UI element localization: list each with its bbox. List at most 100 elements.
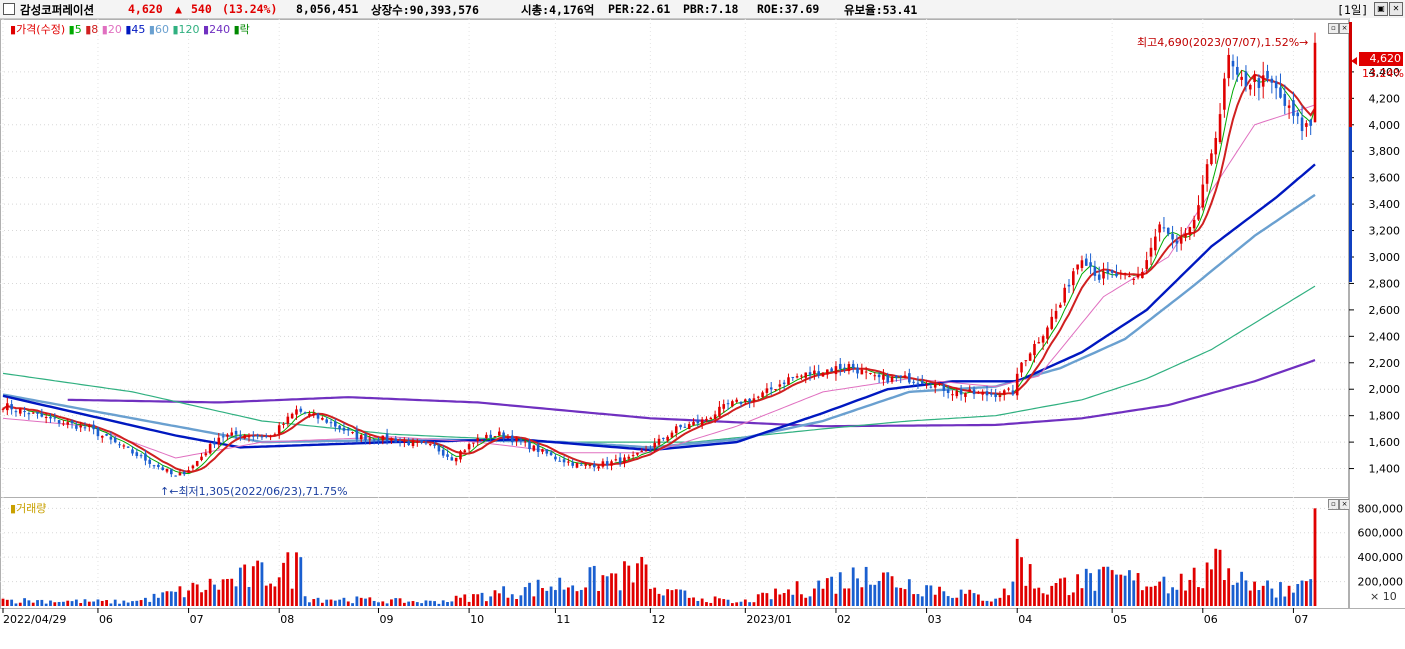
volume-bar <box>1218 549 1222 606</box>
volume-bar <box>49 600 52 606</box>
candle-body <box>49 416 52 419</box>
volume-bar <box>1244 580 1248 606</box>
volume-bar <box>420 603 424 606</box>
candle-body <box>256 434 259 437</box>
volume-bar <box>1084 568 1088 606</box>
volume-bar <box>912 594 916 606</box>
date-tick-label: 12 <box>651 613 665 626</box>
volume-bar <box>808 596 812 606</box>
volume-bar <box>709 602 713 606</box>
volume-bar <box>610 573 613 606</box>
volume-bar <box>1002 588 1006 606</box>
candle-body <box>96 427 100 437</box>
candle-body <box>79 425 82 428</box>
date-tick-label: 10 <box>470 613 484 626</box>
volume-bar <box>597 590 600 606</box>
volume-bar <box>122 600 126 606</box>
candle-body <box>1205 164 1209 184</box>
candle-body <box>1214 137 1218 155</box>
volume-bar <box>1024 585 1028 606</box>
candle-body <box>567 461 570 463</box>
volume-bar <box>640 556 644 606</box>
candle-body <box>416 441 419 443</box>
volume-bar <box>666 589 670 606</box>
price-tick-label: 1,600 <box>1369 436 1401 449</box>
volume-bar <box>545 590 549 606</box>
volume-bar <box>782 592 786 606</box>
candle-body <box>10 404 13 410</box>
legend-ma45: 45 <box>131 23 146 36</box>
volume-bar <box>385 603 389 606</box>
volume-bar <box>1266 580 1269 606</box>
volume-bar <box>687 597 691 606</box>
volume-bar <box>1296 584 1300 606</box>
candle-body <box>890 376 894 382</box>
candle-body <box>1192 219 1196 229</box>
volume-bar <box>1080 588 1084 606</box>
candle-body <box>1054 310 1058 319</box>
candle-body <box>334 421 337 427</box>
candle-body <box>523 441 527 443</box>
volume-bar <box>1214 548 1218 606</box>
volume-bar <box>100 600 104 606</box>
candle-body <box>756 396 760 398</box>
candle-body <box>1080 260 1084 268</box>
volume-bar <box>1313 508 1317 606</box>
volume-bar <box>907 579 911 606</box>
candle-body <box>1136 274 1140 278</box>
volume-bar <box>234 586 238 606</box>
candle-body <box>420 440 423 443</box>
volume-bar <box>411 601 415 606</box>
candle-body <box>239 434 242 437</box>
volume-bar <box>277 577 281 606</box>
candle-body <box>679 424 682 428</box>
candle-body <box>394 438 398 443</box>
volume-bar <box>670 590 674 606</box>
volume-bar <box>938 586 941 606</box>
date-tick-label: 07 <box>190 613 204 626</box>
price-tick-label: 3,000 <box>1369 251 1401 264</box>
volume-bar <box>152 593 156 606</box>
candle-body <box>683 426 687 428</box>
candle-body <box>377 440 380 442</box>
volume-bar <box>657 593 661 606</box>
candle-body <box>765 388 769 393</box>
candle-body <box>1296 112 1300 117</box>
date-tick-label: 2023/01 <box>746 613 792 626</box>
candle-body <box>1166 227 1170 234</box>
volume-bar <box>1102 566 1105 606</box>
volume-bar <box>251 566 255 606</box>
candle-body <box>118 444 121 446</box>
volume-bar <box>834 593 838 606</box>
candle-body <box>428 444 432 446</box>
volume-bar <box>31 602 35 606</box>
volume-bar <box>946 596 950 606</box>
date-tick-label: 04 <box>1018 613 1032 626</box>
candle-body <box>23 411 26 413</box>
volume-bar <box>441 600 445 606</box>
volume-bar <box>899 587 903 606</box>
volume-bar <box>355 596 359 606</box>
candle-body <box>27 413 31 415</box>
volume-tick-label: 400,000 <box>1358 551 1404 564</box>
volume-bar <box>1162 576 1166 606</box>
volume-bar <box>415 602 419 606</box>
candle-body <box>1210 153 1213 165</box>
volume-bar <box>381 601 385 606</box>
volume-bar <box>1058 578 1062 606</box>
candle-body <box>1089 262 1092 267</box>
volume-bar <box>446 602 449 606</box>
candle-body <box>1313 42 1317 123</box>
volume-bar <box>1041 593 1045 606</box>
volume-bar <box>528 582 531 606</box>
candle-body <box>1261 75 1265 87</box>
candle-body <box>226 434 229 437</box>
candle-body <box>187 470 190 473</box>
candle-body <box>951 394 954 396</box>
candle-body <box>1093 266 1097 276</box>
candle-body <box>312 413 316 416</box>
volume-bar <box>169 591 173 606</box>
volume-bar <box>433 601 436 606</box>
candle-body <box>174 475 177 477</box>
volume-bar <box>325 599 329 606</box>
